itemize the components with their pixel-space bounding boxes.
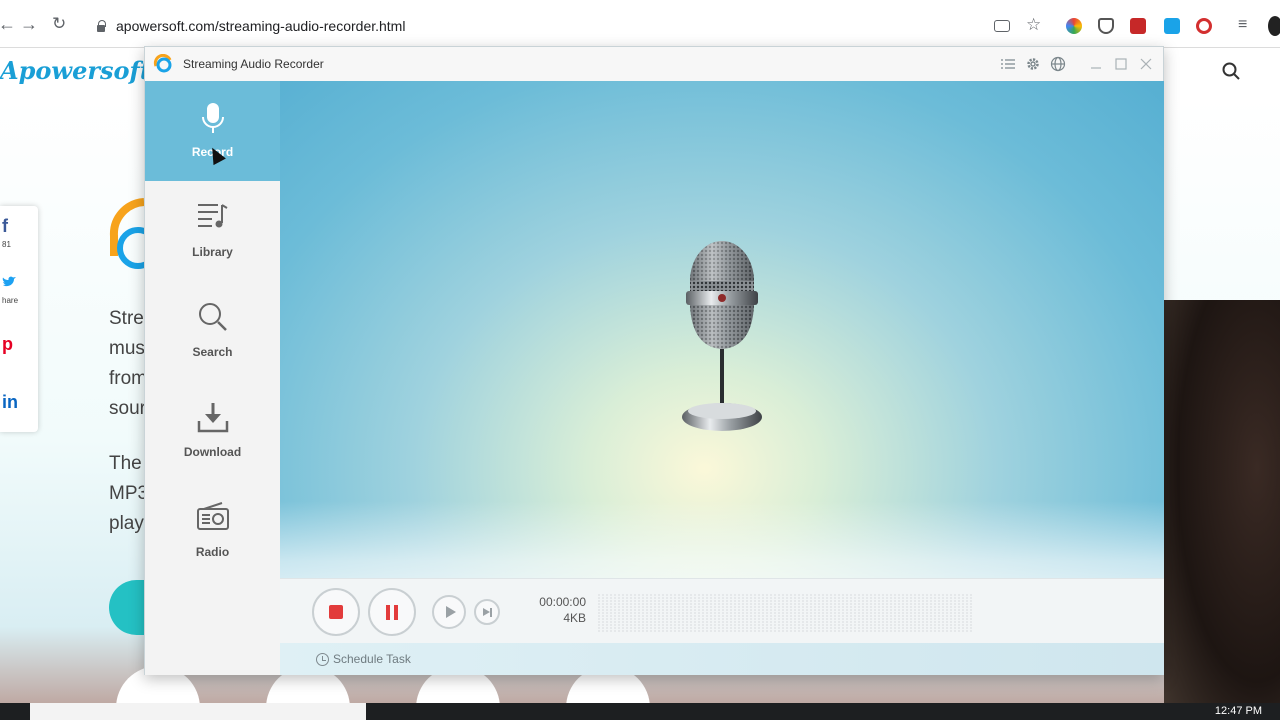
twitter-share-text: hare <box>2 296 19 305</box>
maximize-icon[interactable] <box>1113 56 1129 72</box>
site-logo[interactable]: Apowersoft <box>0 56 151 85</box>
schedule-task-label: Schedule Task <box>333 652 411 666</box>
search-icon <box>198 303 227 331</box>
sidebar-item-library[interactable]: Library <box>145 181 280 281</box>
block-extension-icon[interactable] <box>1196 18 1212 34</box>
sidebar-item-download[interactable]: Download <box>145 381 280 481</box>
windows-taskbar: 12:47 PM <box>0 703 1280 720</box>
recording-status: 00:00:00 4KB <box>536 594 586 626</box>
facebook-count: 81 <box>2 240 11 249</box>
site-paragraph-2: The MP3 play <box>109 453 149 534</box>
minimize-icon[interactable] <box>1088 56 1104 72</box>
site-paragraph-1: Stre mus from sour <box>109 308 147 419</box>
site-headphone-graphic <box>109 198 148 269</box>
pause-button[interactable] <box>368 588 416 636</box>
audio-level-meter <box>598 593 974 633</box>
microphone-icon <box>201 103 224 133</box>
app-title: Streaming Audio Recorder <box>183 57 324 71</box>
record-panel <box>280 81 1164 578</box>
sidebar-item-label: Radio <box>195 545 230 559</box>
lock-icon <box>96 20 106 32</box>
extension-blue-icon[interactable] <box>1164 18 1180 34</box>
color-extension-icon[interactable] <box>1066 18 1082 34</box>
bookmark-star-icon[interactable]: ☆ <box>1026 15 1041 35</box>
cast-icon[interactable] <box>994 20 1010 32</box>
download-icon <box>197 403 228 433</box>
linkedin-icon[interactable]: in <box>2 392 18 413</box>
twitter-icon[interactable] <box>2 272 17 293</box>
taskbar-clock: 12:47 PM <box>1214 705 1262 717</box>
file-size: 4KB <box>563 611 586 625</box>
streaming-audio-recorder-window: Streaming Audio Recorder Record Library <box>144 46 1164 675</box>
menu-list-icon[interactable] <box>1000 56 1016 72</box>
profile-avatar[interactable] <box>1268 16 1280 36</box>
sidebar-item-search[interactable]: Search <box>145 281 280 381</box>
sidebar-item-record[interactable]: Record <box>145 81 280 181</box>
site-hero-image <box>1164 300 1280 720</box>
music-list-icon <box>197 204 228 228</box>
address-bar[interactable]: apowersoft.com/streaming-audio-recorder.… <box>86 13 986 39</box>
app-sidebar: Record Library Search Download Radio <box>145 81 280 675</box>
language-globe-icon[interactable] <box>1050 56 1066 72</box>
clock-icon <box>316 652 329 666</box>
url-text: apowersoft.com/streaming-audio-recorder.… <box>116 18 406 34</box>
site-search-icon[interactable] <box>1222 62 1240 80</box>
reading-list-icon[interactable]: ≡ <box>1238 16 1247 34</box>
social-share-bar: f 81 hare p in <box>0 206 38 432</box>
pocket-icon[interactable] <box>1098 18 1114 34</box>
forward-icon[interactable]: → <box>20 14 38 35</box>
play-button[interactable] <box>432 595 466 629</box>
sidebar-item-radio[interactable]: Radio <box>145 481 280 581</box>
sidebar-item-label: Search <box>192 345 233 359</box>
facebook-icon[interactable]: f <box>2 216 8 237</box>
player-controls: 00:00:00 4KB <box>280 578 1164 643</box>
radio-icon <box>196 502 229 530</box>
extension-red-icon[interactable] <box>1130 18 1146 34</box>
sidebar-item-label: Download <box>183 445 242 459</box>
pinterest-icon[interactable]: p <box>2 334 13 355</box>
schedule-task-button[interactable]: Schedule Task <box>316 652 411 666</box>
studio-microphone-illustration <box>682 241 762 431</box>
record-stop-button[interactable] <box>312 588 360 636</box>
close-icon[interactable] <box>1138 56 1154 72</box>
app-titlebar: Streaming Audio Recorder <box>145 47 1163 81</box>
app-logo-icon <box>153 54 172 73</box>
cloud-background <box>280 501 1164 578</box>
reload-icon[interactable]: ↻ <box>52 14 66 34</box>
sidebar-item-label: Library <box>192 245 233 259</box>
next-button[interactable] <box>474 599 500 625</box>
elapsed-time: 00:00:00 <box>539 595 586 609</box>
back-icon[interactable]: ← <box>0 14 16 35</box>
taskbar-search-box[interactable] <box>30 703 366 720</box>
browser-toolbar: ← → ↻ apowersoft.com/streaming-audio-rec… <box>0 0 1280 48</box>
app-statusbar: Schedule Task <box>280 643 1164 675</box>
settings-gear-icon[interactable] <box>1025 56 1041 72</box>
